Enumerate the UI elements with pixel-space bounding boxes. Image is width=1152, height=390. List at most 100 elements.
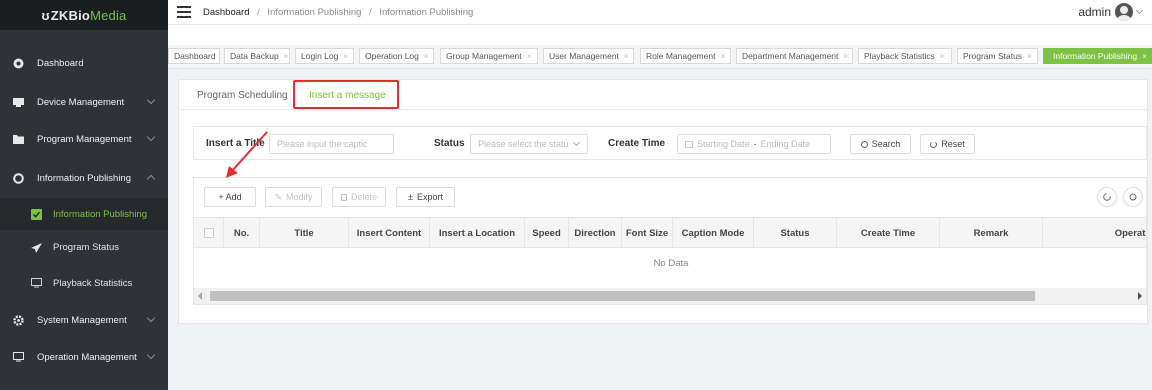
close-icon[interactable]: ×: [1027, 52, 1032, 61]
column-header[interactable]: Operati: [1043, 218, 1146, 248]
column-header[interactable]: Caption Mode: [673, 218, 754, 248]
device-icon: [13, 97, 24, 108]
scrollbar-thumb[interactable]: [210, 291, 1035, 301]
title-filter-label: Insert a Title: [206, 138, 265, 149]
monitor-icon: [31, 278, 42, 289]
column-header[interactable]: Insert Content: [349, 218, 430, 248]
export-button[interactable]: ± Export: [396, 187, 455, 207]
subtab-bar: Program Scheduling Insert a message: [179, 80, 1149, 110]
sidebar-subitem-playback-statistics[interactable]: Playback Statistics: [0, 267, 168, 299]
chevron-down-icon: [1135, 6, 1144, 15]
modify-button[interactable]: ✎ Modify: [265, 187, 322, 207]
sidebar-item-dashboard[interactable]: Dashboard: [0, 46, 168, 80]
logo-text-part2: Media: [90, 7, 127, 23]
open-tabs-bar: Dashboard Data Backup × Login Log × Operat…: [168, 45, 1152, 69]
search-icon: [1129, 193, 1137, 201]
close-icon[interactable]: ×: [843, 52, 848, 61]
subtab-program-scheduling[interactable]: Program Scheduling: [197, 80, 288, 110]
sidebar: ʊ ZKBio Media Dashboard Device Management …: [0, 0, 168, 390]
check-square-icon: [31, 208, 42, 220]
scroll-left-arrow-icon[interactable]: [198, 292, 202, 300]
column-header[interactable]: Direction: [569, 218, 622, 248]
sidebar-item-device-management[interactable]: Device Management: [0, 85, 168, 119]
refresh-icon: [1103, 193, 1111, 201]
tab-department-management[interactable]: Department Management ×: [736, 48, 853, 64]
user-menu[interactable]: admin: [1078, 3, 1144, 21]
column-header[interactable]: Speed: [525, 218, 569, 248]
select-all-checkbox[interactable]: [203, 228, 214, 238]
sidebar-item-label: Information Publishing: [53, 208, 147, 220]
sidebar-item-label: Device Management: [37, 96, 125, 108]
username: admin: [1078, 5, 1111, 19]
column-header[interactable]: Status: [754, 218, 837, 248]
refresh-button[interactable]: [1097, 187, 1117, 207]
tab-login-log[interactable]: Login Log ×: [295, 48, 354, 64]
scroll-right-arrow-icon[interactable]: [1138, 292, 1142, 300]
search-toggle-button[interactable]: [1123, 187, 1143, 207]
data-table: No. Title Insert Content Insert a Locati…: [193, 217, 1147, 305]
tab-group-management[interactable]: Group Management ×: [440, 48, 538, 64]
tab-user-management[interactable]: User Management ×: [543, 48, 634, 64]
column-header[interactable]: Create Time: [837, 218, 940, 248]
sidebar-item-system-management[interactable]: System Management: [0, 303, 168, 337]
tab-dashboard[interactable]: Dashboard: [168, 48, 220, 64]
close-icon[interactable]: ×: [284, 52, 289, 61]
close-icon[interactable]: ×: [1142, 52, 1147, 61]
close-icon[interactable]: ×: [940, 52, 945, 61]
app-logo[interactable]: ʊ ZKBio Media: [0, 0, 168, 30]
close-icon[interactable]: ×: [527, 52, 532, 61]
title-filter-input[interactable]: Please input the captic: [269, 134, 394, 154]
column-header[interactable]: Font Size: [622, 218, 673, 248]
column-header[interactable]: No.: [224, 218, 260, 248]
breadcrumb-dashboard[interactable]: Dashboard: [203, 7, 249, 18]
tab-playback-statistics[interactable]: Playback Statistics ×: [858, 48, 952, 64]
sidebar-subitem-information-publishing[interactable]: Information Publishing: [0, 198, 168, 230]
tab-information-publishing[interactable]: Information Publishing ×: [1043, 48, 1152, 64]
send-icon: [31, 242, 42, 253]
status-filter-select[interactable]: Please select the statu: [470, 134, 588, 154]
tab-operation-log[interactable]: Operation Log ×: [359, 48, 434, 64]
column-header[interactable]: Title: [260, 218, 349, 248]
chevron-down-icon: [146, 350, 156, 360]
tab-program-status[interactable]: Program Status ×: [957, 48, 1038, 64]
publish-icon: [13, 172, 24, 184]
close-icon[interactable]: ×: [624, 52, 629, 61]
horizontal-scrollbar[interactable]: [194, 288, 1146, 304]
sidebar-item-information-publishing[interactable]: Information Publishing: [0, 161, 168, 195]
breadcrumb: Dashboard / Information Publishing / Inf…: [203, 7, 473, 18]
close-icon[interactable]: ×: [343, 52, 348, 61]
table-header-row: No. Title Insert Content Insert a Locati…: [194, 218, 1146, 248]
add-button[interactable]: + Add: [204, 187, 256, 207]
sidebar-item-label: System Management: [37, 314, 127, 326]
chevron-down-icon: [146, 132, 156, 142]
search-icon: [860, 140, 868, 148]
start-date-placeholder: Starting Date: [697, 139, 750, 149]
sidebar-item-label: Program Status: [53, 241, 119, 253]
top-header: Dashboard / Information Publishing / Inf…: [168, 0, 1152, 25]
tab-role-management[interactable]: Role Management ×: [640, 48, 731, 64]
close-icon[interactable]: ×: [424, 52, 429, 61]
close-icon[interactable]: ×: [720, 52, 725, 61]
avatar: [1115, 3, 1133, 21]
breadcrumb-information-publishing[interactable]: Information Publishing: [267, 7, 361, 18]
dashboard-icon: [13, 58, 24, 69]
export-icon: ±: [408, 192, 413, 202]
reset-icon: [930, 140, 938, 148]
create-time-range-picker[interactable]: Starting Date - Ending Date: [677, 134, 831, 154]
select-all-cell: [194, 218, 224, 248]
breadcrumb-current: Information Publishing: [379, 6, 474, 18]
menu-toggle-icon[interactable]: [177, 6, 191, 18]
search-filter-bar: Insert a Title Please input the captic S…: [193, 126, 1147, 160]
sidebar-item-operation-management[interactable]: Operation Management: [0, 340, 168, 374]
column-header[interactable]: Insert a Location: [430, 218, 525, 248]
sidebar-subitem-program-status[interactable]: Program Status: [0, 231, 168, 263]
annotation-highlight-box: [293, 80, 399, 109]
column-header[interactable]: Remark: [940, 218, 1043, 248]
tab-data-backup[interactable]: Data Backup ×: [224, 48, 290, 64]
gear-icon: [13, 314, 24, 326]
end-date-placeholder: Ending Date: [760, 139, 811, 149]
sidebar-item-program-management[interactable]: Program Management: [0, 122, 168, 156]
delete-button[interactable]: Delete: [332, 187, 386, 207]
search-button[interactable]: Search: [850, 134, 911, 154]
reset-button[interactable]: Reset: [920, 134, 975, 154]
